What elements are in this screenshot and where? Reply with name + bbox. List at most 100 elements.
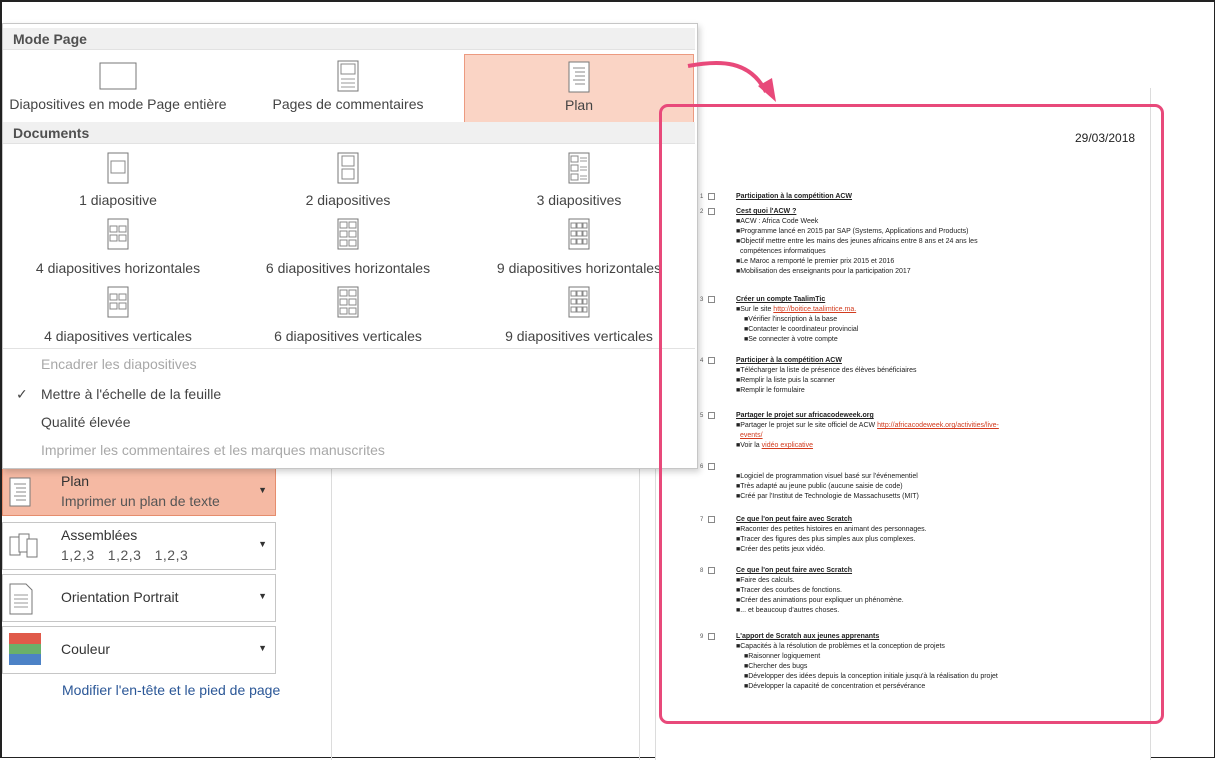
print-layout-selector[interactable]: Plan Imprimer un plan de texte ▼ xyxy=(2,468,276,516)
tile-4-slides-horizontal[interactable]: 4 diapositives horizontales xyxy=(3,216,233,278)
tile-notes-pages[interactable]: Pages de commentaires xyxy=(233,54,463,124)
outline-bullet: ■Objectif mettre entre les mains des jeu… xyxy=(736,238,978,245)
tile-1-slide[interactable]: 1 diapositive xyxy=(3,148,233,210)
slide-checkbox-icon xyxy=(708,412,715,419)
check-mark-icon: ✓ xyxy=(16,386,28,402)
tile-6-slides-vertical[interactable]: 6 diapositives verticales xyxy=(233,284,463,346)
tile-label: 2 diapositives xyxy=(305,192,391,208)
print-comments-option: Imprimer les commentaires et les marques… xyxy=(41,442,385,458)
slide-number: 2 xyxy=(700,209,704,215)
edit-header-footer-link[interactable]: Modifier l'en-tête et le pied de page xyxy=(62,682,280,698)
nine-slides-horizontal-icon xyxy=(568,218,590,250)
outline-link[interactable]: http://africacodeweek.org/activities/liv… xyxy=(877,422,999,429)
tile-label: 4 diapositives verticales xyxy=(44,328,192,344)
chevron-down-icon: ▼ xyxy=(258,485,267,495)
slide-number: 6 xyxy=(700,464,704,470)
tile-label: Pages de commentaires xyxy=(272,96,424,112)
outline-bullet: ■Programme lancé en 2015 par SAP (System… xyxy=(736,228,969,235)
collation-selector[interactable]: Assemblées 1,2,3 1,2,3 1,2,3 ▼ xyxy=(2,522,276,570)
outline-icon xyxy=(568,61,590,93)
section-header-documents: Documents xyxy=(3,122,695,144)
outline-bullet: ■Remplir le formulaire xyxy=(736,387,805,394)
tile-6-slides-horizontal[interactable]: 6 diapositives horizontales xyxy=(233,216,463,278)
one-slide-icon xyxy=(107,152,129,184)
slide-title: Ce que l'on peut faire avec Scratch xyxy=(736,516,853,523)
outline-bullet: ■Très adapté au jeune public (aucune sai… xyxy=(736,483,903,490)
four-slides-horizontal-icon xyxy=(107,218,129,250)
six-slides-vertical-icon xyxy=(337,286,359,318)
outline-bullet: ■Logiciel de programmation visuel basé s… xyxy=(736,473,918,480)
outline-link[interactable]: http://boitice.taalimtice.ma. xyxy=(773,306,856,313)
high-quality-option[interactable]: Qualité élevée xyxy=(41,414,131,430)
slide-checkbox-icon xyxy=(708,516,715,523)
slide-number: 9 xyxy=(700,634,704,640)
pane-divider xyxy=(639,468,640,760)
outline-bullet: ■Le Maroc a remporté le premier prix 201… xyxy=(736,258,895,265)
tile-2-slides[interactable]: 2 diapositives xyxy=(233,148,463,210)
slide-checkbox-icon xyxy=(708,208,715,215)
collation-title: Assemblées xyxy=(61,527,138,543)
outline-bullet: ■Chercher des bugs xyxy=(744,663,808,670)
outline-bullet: ■Raconter des petites histoires en anima… xyxy=(736,526,927,533)
slide-checkbox-icon xyxy=(708,296,715,303)
slide-number: 1 xyxy=(700,194,704,200)
slide-checkbox-icon xyxy=(708,357,715,364)
outline-bullet: ■Partager le projet sur le site officiel… xyxy=(736,422,999,429)
tile-label: 1 diapositive xyxy=(79,192,157,208)
outline-bullet: compétences informatiques xyxy=(740,248,826,255)
outline-bullet: ■Sur le site http://boitice.taalimtice.m… xyxy=(736,306,857,313)
outline-link[interactable]: events/ xyxy=(740,432,763,439)
slide-number: 5 xyxy=(700,413,704,419)
portrait-page-icon xyxy=(9,583,33,615)
outline-bullet: ■Développer la capacité de concentration… xyxy=(744,683,926,690)
print-layout-dropdown: Mode Page Diapositives en mode Page enti… xyxy=(2,23,698,469)
tile-label: Diapositives en mode Page entière xyxy=(9,96,227,112)
orientation-selector[interactable]: Orientation Portrait ▼ xyxy=(2,574,276,622)
outline-icon xyxy=(9,477,31,507)
outline-bullet: ■Télécharger la liste de présence des él… xyxy=(736,367,917,374)
outline-bullet: ■Remplir la liste puis la scanner xyxy=(736,377,836,384)
scale-to-paper-option[interactable]: Mettre à l'échelle de la feuille xyxy=(41,386,221,402)
slide-checkbox-icon xyxy=(708,567,715,574)
slide-checkbox-icon xyxy=(708,633,715,640)
outline-bullet: ■Développer des idées depuis la concepti… xyxy=(744,673,998,680)
outline-bullet: ■Tracer des courbes de fonctions. xyxy=(736,587,842,594)
slide-title: Créer un compte TaalimTic xyxy=(736,296,826,303)
slide-number: 3 xyxy=(700,297,704,303)
slide-checkbox-icon xyxy=(708,193,715,200)
color-palette-icon xyxy=(9,633,41,665)
three-slides-icon xyxy=(568,152,590,184)
outline-link[interactable]: vidéo explicative xyxy=(762,442,813,449)
slide-title: Cest quoi l'ACW ? xyxy=(736,208,797,215)
print-layout-subtitle: Imprimer un plan de texte xyxy=(61,493,220,509)
outline-bullet: ■Contacter le coordinateur provincial xyxy=(744,326,859,333)
outline-bullet: ■Mobilisation des enseignants pour la pa… xyxy=(736,268,911,275)
tile-4-slides-vertical[interactable]: 4 diapositives verticales xyxy=(3,284,233,346)
callout-arrow xyxy=(687,60,776,102)
slide-title: Ce que l'on peut faire avec Scratch xyxy=(736,567,853,574)
outline-bullet: ■Voir la vidéo explicative xyxy=(736,442,814,449)
chevron-down-icon: ▼ xyxy=(258,643,267,653)
outline-bullet: ■ACW : Africa Code Week xyxy=(736,218,819,225)
six-slides-horizontal-icon xyxy=(337,218,359,250)
color-selector[interactable]: Couleur ▼ xyxy=(2,626,276,674)
tile-label: 4 diapositives horizontales xyxy=(35,260,201,276)
slide-title: L'apport de Scratch aux jeunes apprenant… xyxy=(736,633,880,640)
tile-full-page-slides[interactable]: Diapositives en mode Page entière xyxy=(3,54,233,124)
full-page-slide-icon xyxy=(99,62,137,90)
outline-bullet: ■Faire des calculs. xyxy=(736,577,795,584)
color-title: Couleur xyxy=(61,641,111,657)
outline-bullet: ■Créer des petits jeux vidéo. xyxy=(736,546,826,553)
preview-date: 29/03/2018 xyxy=(1075,131,1136,145)
orientation-title: Orientation Portrait xyxy=(61,589,179,605)
section-header-mode-page: Mode Page xyxy=(3,28,695,50)
tile-label: 6 diapositives verticales xyxy=(274,328,422,344)
nine-slides-vertical-icon xyxy=(568,286,590,318)
outline-bullet: ■... et beaucoup d'autres choses. xyxy=(736,607,840,614)
outline-bullet: ■Capacités à la résolution de problèmes … xyxy=(736,643,945,650)
slide-number: 8 xyxy=(700,568,704,574)
divider xyxy=(3,348,695,349)
collation-subtitle: 1,2,3 1,2,3 1,2,3 xyxy=(61,547,189,563)
chevron-down-icon: ▼ xyxy=(258,591,267,601)
outline-bullet: ■Se connecter à votre compte xyxy=(744,336,838,343)
